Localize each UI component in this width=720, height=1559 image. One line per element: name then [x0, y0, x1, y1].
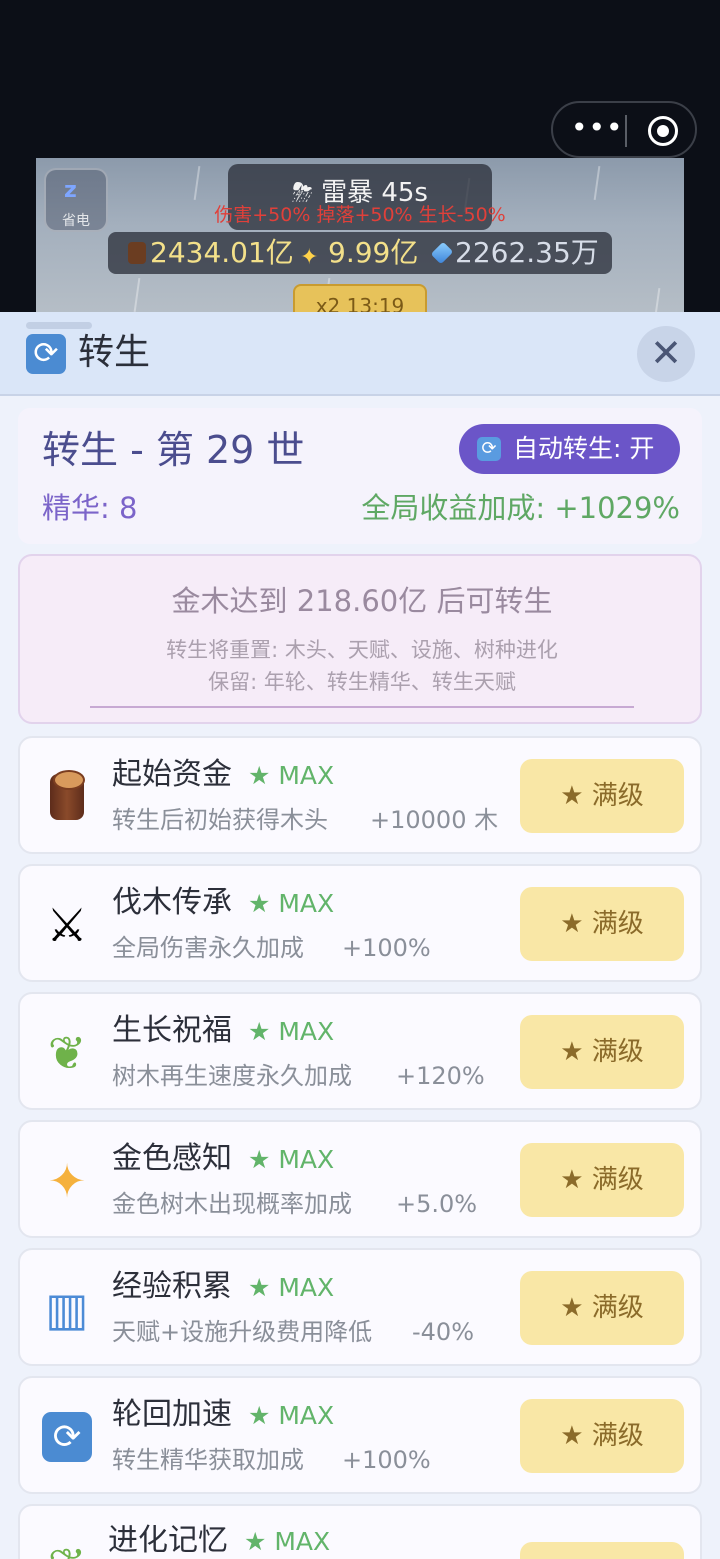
talent-desc: 转生精华获取加成 — [112, 1446, 304, 1474]
talent-name: 轮回加速 — [112, 1397, 232, 1432]
talent-value: +100% — [342, 934, 431, 962]
weather-effect: 伤害+50% 掉落+50% 生长-50% — [214, 204, 506, 226]
wood-log-icon — [128, 242, 146, 264]
sleep-icon: z — [64, 178, 77, 203]
rebirth-title: 转生 - 第 29 世 — [42, 428, 305, 472]
talent-card: ✦ 金色感知 ★ MAX 金色树木出现概率加成 +5.0% ★ 满级 — [18, 1120, 702, 1238]
max-badge: ★ MAX — [248, 1145, 335, 1174]
talent-desc: 全局伤害永久加成 — [112, 934, 304, 962]
requirement-text: 金木达到 218.60亿 后可转生 — [171, 584, 553, 618]
wood-resource: 2434.01亿 — [128, 236, 294, 270]
max-level-button[interactable]: ★ 满级 — [520, 1015, 684, 1089]
talent-name: 经验积累 — [112, 1269, 232, 1304]
max-badge: ★ MAX — [248, 1273, 335, 1302]
wood-amount: 2434.01亿 — [150, 236, 294, 269]
rebirth-panel: ⟳ 转生 ✕ 转生 - 第 29 世 ⟳ 自动转生: 开 精华: 8 全局收益加… — [0, 312, 720, 1559]
global-bonus: 全局收益加成: +1029% — [361, 491, 680, 525]
game-background: ••• z 省电 ⛈ 雷暴 45s 2434.01亿 ✦ 9.99亿 2262.3… — [0, 0, 720, 320]
mini-program-capsule[interactable]: ••• — [551, 101, 697, 158]
max-level-button[interactable]: ★ 满级 — [520, 1399, 684, 1473]
talent-desc: 金色树木出现概率加成 — [112, 1190, 352, 1218]
talent-desc: 树木再生速度永久加成 — [112, 1062, 352, 1090]
sparkles-icon: ✦ — [47, 1154, 87, 1208]
gold-amount: 9.99亿 — [328, 236, 419, 269]
game-scene: z 省电 ⛈ 雷暴 45s 2434.01亿 ✦ 9.99亿 2262.35万 x… — [36, 158, 684, 320]
sprout-icon: ❦ — [47, 1026, 87, 1080]
talent-desc: 天赋+设施升级费用降低 — [112, 1318, 373, 1346]
talent-name: 进化记忆 — [108, 1523, 228, 1558]
talent-card: ❦ 进化记忆 ★ MAX — [18, 1504, 702, 1559]
reset-note: 转生将重置: 木头、天赋、设施、树种进化 — [166, 638, 558, 662]
talent-card: ▥ 经验积累 ★ MAX 天赋+设施升级费用降低 -40% ★ 满级 — [18, 1248, 702, 1366]
gold-resource: ✦ 9.99亿 — [300, 236, 418, 270]
rebirth-requirement-card: 金木达到 218.60亿 后可转生 转生将重置: 木头、天赋、设施、树种进化 保… — [18, 554, 702, 724]
talent-name: 生长祝福 — [112, 1013, 232, 1048]
close-button[interactable]: ✕ — [637, 326, 695, 382]
max-badge: ★ MAX — [248, 1401, 335, 1430]
essence-count: 精华: 8 — [42, 491, 138, 525]
auto-rebirth-toggle[interactable]: ⟳ 自动转生: 开 — [459, 424, 680, 474]
gem-icon — [430, 241, 454, 265]
rebirth-icon: ⟳ — [477, 437, 501, 461]
talent-card: ❦ 生长祝福 ★ MAX 树木再生速度永久加成 +120% ★ 满级 — [18, 992, 702, 1110]
max-badge: ★ MAX — [248, 761, 335, 790]
talent-name: 金色感知 — [112, 1141, 232, 1176]
talent-name: 起始资金 — [112, 757, 232, 792]
more-icon[interactable]: ••• — [571, 114, 623, 145]
capsule-divider — [625, 115, 627, 147]
max-level-button[interactable] — [520, 1542, 684, 1559]
talent-card: 起始资金 ★ MAX 转生后初始获得木头 +10000 木 ★ 满级 — [18, 736, 702, 854]
auto-rebirth-label: 自动转生: 开 — [513, 434, 655, 463]
max-badge: ★ MAX — [248, 889, 335, 918]
progress-line — [90, 706, 634, 708]
sprout-icon: ❦ — [38, 1536, 96, 1559]
rebirth-icon: ⟳ — [26, 334, 66, 374]
close-target-icon[interactable] — [648, 116, 678, 146]
wood-log-icon — [38, 768, 96, 826]
talent-desc: 转生后初始获得木头 — [112, 806, 328, 834]
max-level-button[interactable]: ★ 满级 — [520, 887, 684, 961]
close-icon: ✕ — [650, 331, 682, 375]
talent-card: ⚔ 伐木传承 ★ MAX 全局伤害永久加成 +100% ★ 满级 — [18, 864, 702, 982]
talent-value: -40% — [412, 1318, 475, 1346]
talent-name: 伐木传承 — [112, 885, 232, 920]
gem-amount: 2262.35万 — [455, 236, 599, 269]
resource-bar: 2434.01亿 ✦ 9.99亿 2262.35万 — [108, 232, 612, 274]
keep-note: 保留: 年轮、转生精华、转生天赋 — [208, 670, 516, 694]
max-badge: ★ MAX — [244, 1527, 331, 1556]
max-level-button[interactable]: ★ 满级 — [520, 1143, 684, 1217]
cycle-icon: ⟳ — [38, 1408, 96, 1466]
talent-card: ⟳ 轮回加速 ★ MAX 转生精华获取加成 +100% ★ 满级 — [18, 1376, 702, 1494]
crossed-swords-icon: ⚔ — [46, 898, 88, 952]
power-save-button[interactable]: z 省电 — [44, 168, 108, 232]
max-level-button[interactable]: ★ 满级 — [520, 1271, 684, 1345]
max-level-button[interactable]: ★ 满级 — [520, 759, 684, 833]
gem-resource: 2262.35万 — [430, 236, 599, 270]
panel-title: 转生 — [78, 332, 151, 373]
power-save-label: 省电 — [62, 213, 90, 229]
rebirth-info-card: 转生 - 第 29 世 ⟳ 自动转生: 开 精华: 8 全局收益加成: +102… — [18, 408, 702, 544]
book-icon: ▥ — [45, 1282, 89, 1336]
panel-header: ⟳ 转生 ✕ — [0, 312, 720, 396]
talent-value: +100% — [342, 1446, 431, 1474]
talent-value: +5.0% — [396, 1190, 478, 1218]
talent-value: +10000 木 — [370, 806, 499, 834]
max-badge: ★ MAX — [248, 1017, 335, 1046]
drag-handle[interactable] — [26, 322, 92, 329]
talent-value: +120% — [396, 1062, 485, 1090]
sparkle-icon: ✦ — [300, 245, 319, 270]
